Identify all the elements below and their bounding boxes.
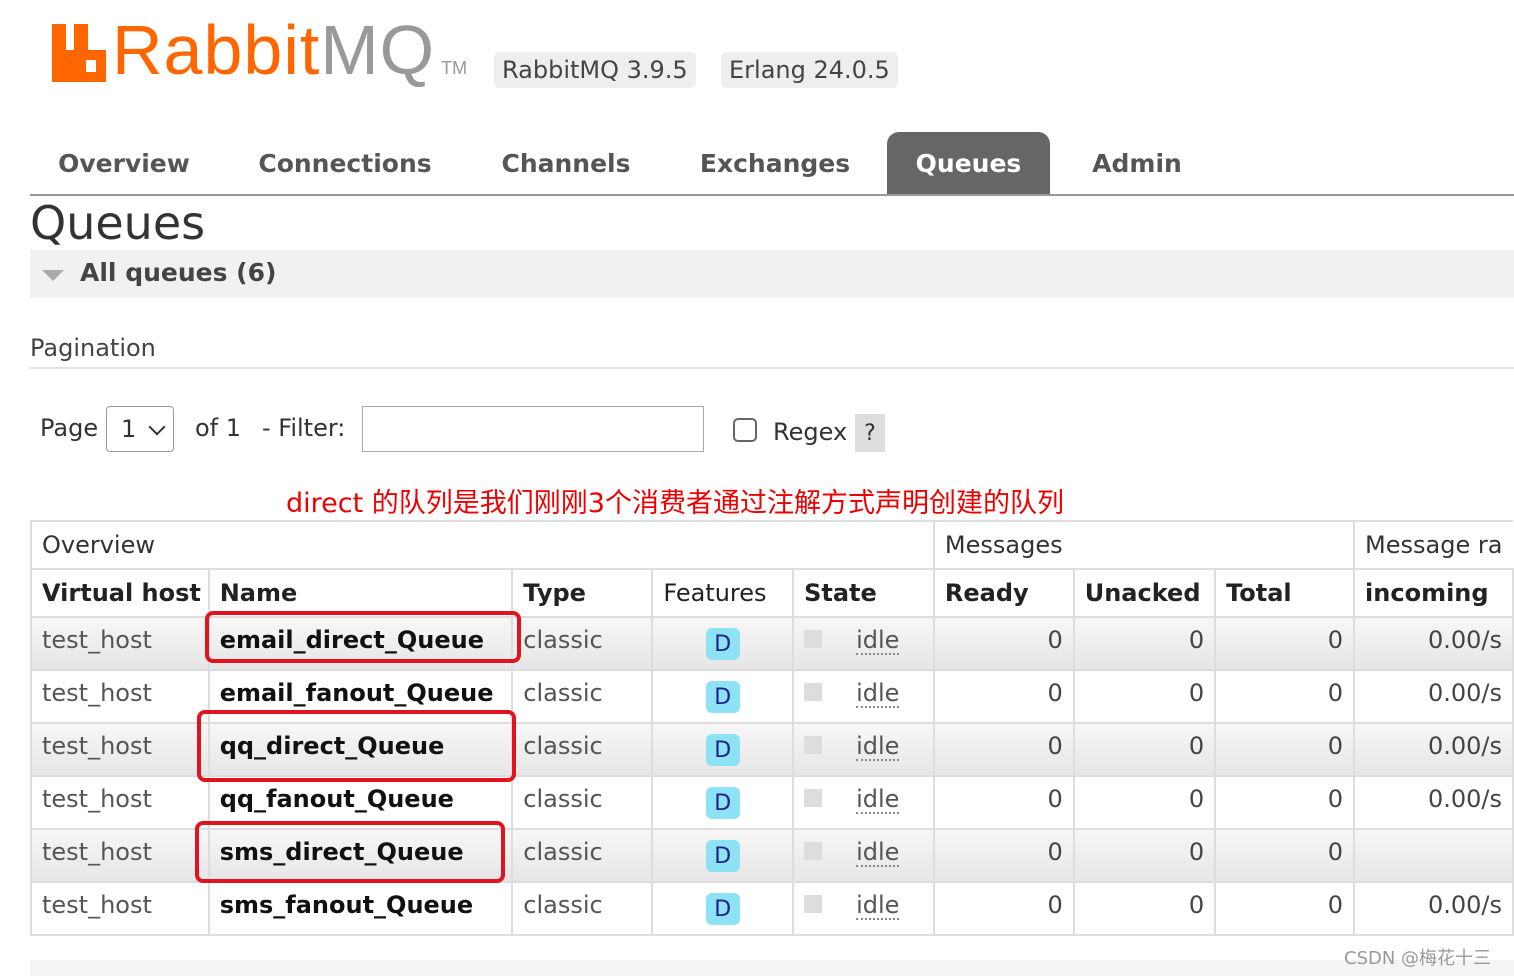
column-header-state[interactable]: State <box>793 569 935 618</box>
durable-feature-badge[interactable]: D <box>705 787 740 819</box>
state-label[interactable]: idle <box>856 627 900 655</box>
row-unacked: 0 <box>1073 776 1217 830</box>
row-incoming <box>1354 829 1514 883</box>
table-row: test_host sms_fanout_Queue classic D idl… <box>30 882 1514 936</box>
row-features: D <box>652 829 795 883</box>
row-incoming: 0.00/s <box>1354 617 1514 671</box>
row-type: classic <box>512 829 654 883</box>
durable-feature-badge[interactable]: D <box>705 681 740 713</box>
row-total: 0 <box>1215 617 1356 671</box>
state-label[interactable]: idle <box>856 839 900 867</box>
watermark: CSDN @梅花十三 <box>1344 948 1492 969</box>
column-header-unacked[interactable]: Unacked <box>1073 569 1217 618</box>
row-unacked: 0 <box>1073 829 1217 883</box>
row-ready: 0 <box>933 776 1075 830</box>
state-indicator-icon <box>804 683 823 701</box>
state-indicator-icon <box>804 842 823 860</box>
column-header-ready[interactable]: Ready <box>933 569 1075 618</box>
row-total: 0 <box>1215 829 1356 883</box>
row-features: D <box>652 670 795 724</box>
row-state: idle <box>793 882 935 936</box>
row-type: classic <box>512 617 654 671</box>
row-state: idle <box>793 723 935 777</box>
row-incoming: 0.00/s <box>1354 776 1514 830</box>
state-indicator-icon <box>804 630 823 648</box>
state-label[interactable]: idle <box>856 786 900 814</box>
row-state: idle <box>793 776 935 830</box>
row-type: classic <box>512 882 654 936</box>
row-type: classic <box>512 776 654 830</box>
row-ready: 0 <box>933 723 1075 777</box>
state-label[interactable]: idle <box>856 680 900 708</box>
row-unacked: 0 <box>1073 670 1217 724</box>
row-type: classic <box>512 670 654 724</box>
row-vhost: test_host <box>30 776 210 830</box>
durable-feature-badge[interactable]: D <box>705 840 740 872</box>
row-features: D <box>652 776 795 830</box>
state-label[interactable]: idle <box>856 892 900 920</box>
row-features: D <box>652 882 795 936</box>
row-total: 0 <box>1215 882 1356 936</box>
column-header-features: Features <box>652 569 795 618</box>
row-total: 0 <box>1215 670 1356 724</box>
next-section-header <box>30 960 1514 976</box>
column-header-name[interactable]: Name <box>208 569 514 618</box>
row-vhost: test_host <box>30 617 210 671</box>
row-unacked: 0 <box>1073 723 1217 777</box>
column-header-virtual-host[interactable]: Virtual host <box>30 569 210 618</box>
state-indicator-icon <box>804 789 823 807</box>
row-unacked: 0 <box>1073 617 1217 671</box>
row-ready: 0 <box>933 829 1075 883</box>
group-header-message-rates: Message ra <box>1353 520 1513 570</box>
column-header-incoming[interactable]: incoming <box>1354 569 1514 618</box>
durable-feature-badge[interactable]: D <box>705 734 740 766</box>
row-ready: 0 <box>933 882 1075 936</box>
row-vhost: test_host <box>30 670 210 724</box>
row-unacked: 0 <box>1073 882 1217 936</box>
row-incoming: 0.00/s <box>1354 670 1514 724</box>
row-vhost: test_host <box>30 829 210 883</box>
row-vhost: test_host <box>30 723 210 777</box>
column-header-type[interactable]: Type <box>512 569 654 618</box>
row-state: idle <box>793 670 935 724</box>
annotation-highlight-box <box>205 611 521 663</box>
row-features: D <box>652 617 795 671</box>
row-ready: 0 <box>933 670 1075 724</box>
row-incoming: 0.00/s <box>1354 882 1514 936</box>
row-total: 0 <box>1215 776 1356 830</box>
column-header-total[interactable]: Total <box>1215 569 1356 618</box>
row-state: idle <box>793 829 935 883</box>
durable-feature-badge[interactable]: D <box>705 893 740 925</box>
annotation-highlight-box <box>195 821 505 883</box>
row-features: D <box>652 723 795 777</box>
state-label[interactable]: idle <box>856 733 900 761</box>
durable-feature-badge[interactable]: D <box>705 628 740 660</box>
state-indicator-icon <box>804 736 823 754</box>
group-header-overview: Overview <box>30 520 935 570</box>
queue-name-link[interactable]: sms_fanout_Queue <box>208 882 514 936</box>
state-indicator-icon <box>804 895 823 913</box>
group-header-messages: Messages <box>932 520 1356 570</box>
row-state: idle <box>793 617 935 671</box>
row-vhost: test_host <box>30 882 210 936</box>
row-ready: 0 <box>933 617 1075 671</box>
row-total: 0 <box>1215 723 1356 777</box>
row-incoming: 0.00/s <box>1354 723 1514 777</box>
row-type: classic <box>512 723 654 777</box>
annotation-highlight-box <box>197 710 516 782</box>
